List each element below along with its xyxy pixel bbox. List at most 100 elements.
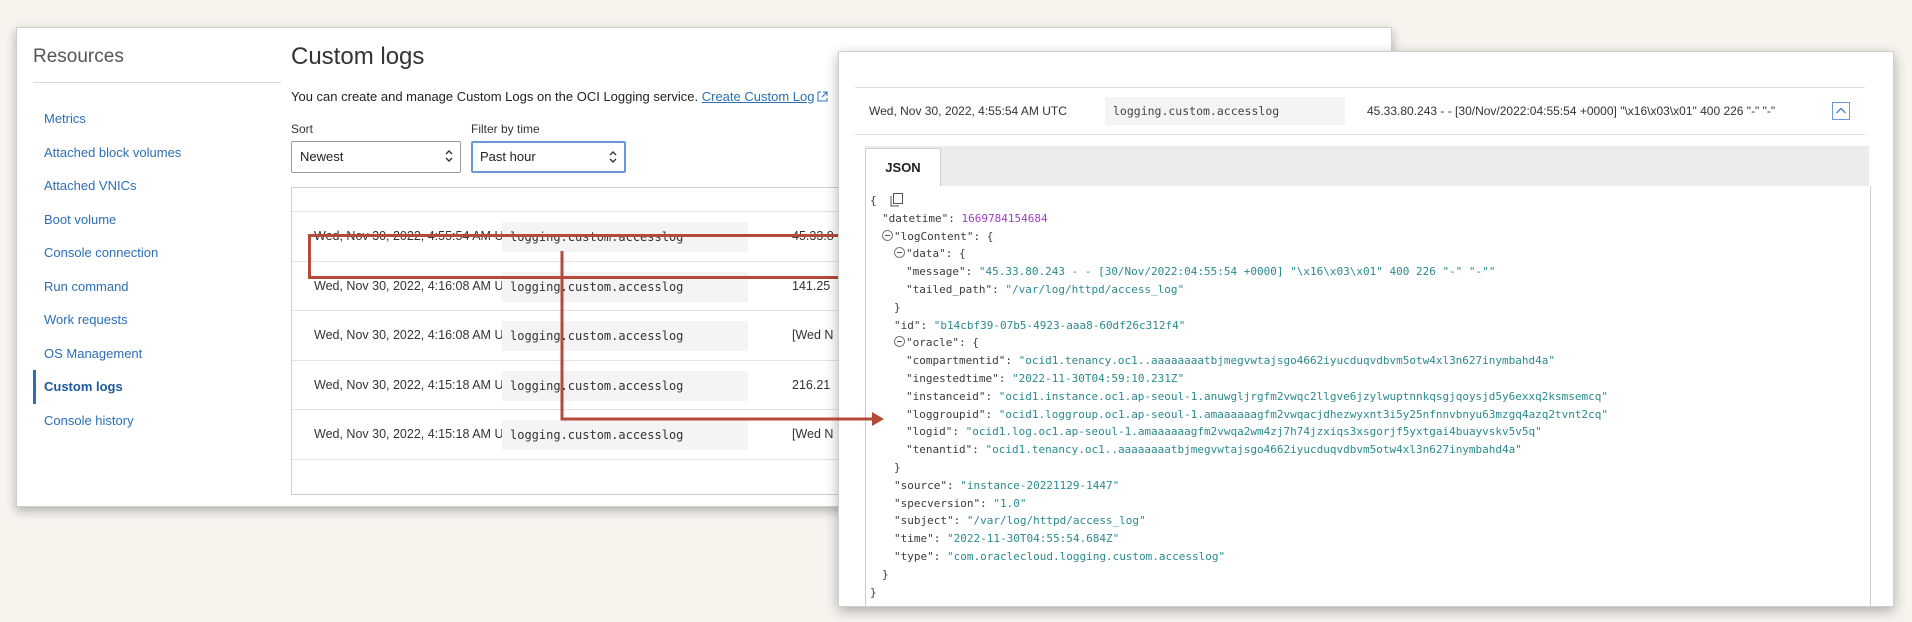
json-string: ocid1.tenancy.oc1..aaaaaaaatbjmegvwtajsg… — [1025, 354, 1549, 368]
json-line: } — [894, 459, 901, 477]
json-punct: " — [894, 550, 901, 563]
json-punct: ": — [978, 407, 999, 421]
collapse-toggle-icon[interactable] — [894, 247, 905, 259]
json-punct: " — [1112, 532, 1120, 546]
chevron-updown-icon — [609, 151, 617, 163]
json-string: 45.33.80.243 - - [30/Nov/2022:04:55:54 +… — [985, 265, 1489, 279]
json-brace: { — [972, 336, 979, 350]
json-key: source — [900, 478, 941, 492]
json-key: logid — [912, 425, 946, 439]
json-brace: { — [870, 194, 877, 207]
resources-nav: Metrics Attached block volumes Attached VN… — [33, 102, 283, 437]
json-key: datetime — [888, 211, 942, 225]
sort-select[interactable]: Newest — [291, 141, 461, 173]
json-punct: " — [1177, 372, 1185, 385]
json-punct: " — [960, 478, 967, 492]
json-line: "time": "2022-11-30T04:55:54.684Z" — [894, 530, 1119, 548]
json-punct: ": — [913, 318, 934, 332]
sidebar-item-console-connection[interactable]: Console connection — [33, 236, 283, 270]
divider — [33, 82, 281, 83]
json-viewer: {"datetime": 1669784154684 "logContent": … — [865, 186, 1871, 606]
json-line: "logContent": { — [882, 228, 993, 246]
json-line: "tailed_path": "/var/log/httpd/access_lo… — [906, 281, 1184, 299]
json-string: b14cbf39-07b5-4923-aaa8-60df26c312f4 — [940, 318, 1179, 332]
tab-json[interactable]: JSON — [865, 148, 941, 186]
json-punct: " — [894, 318, 901, 332]
table-row[interactable]: Wed, Nov 30, 2022, 4:15:18 AM UTC logging… — [292, 409, 862, 459]
page-description: You can create and manage Custom Logs on… — [291, 89, 828, 104]
external-link-icon[interactable] — [817, 91, 828, 102]
json-brace: { — [986, 229, 994, 243]
sidebar-item-run-command[interactable]: Run command — [33, 270, 283, 304]
json-punct: ": — [978, 389, 999, 403]
log-message: [Wed N — [792, 328, 834, 342]
json-punct: " — [1112, 478, 1120, 492]
sidebar-item-attached-block-volumes[interactable]: Attached block volumes — [33, 136, 283, 170]
json-punct: " — [906, 372, 913, 385]
sidebar-item-boot-volume[interactable]: Boot volume — [33, 203, 283, 237]
selected-row-highlight — [308, 234, 849, 279]
json-key: id — [900, 318, 914, 332]
json-punct: " — [894, 514, 901, 528]
log-source: logging.custom.accesslog — [502, 370, 748, 401]
json-brace: } — [894, 300, 901, 314]
collapse-toggle-icon[interactable] — [882, 229, 893, 241]
table-row[interactable]: Wed, Nov 30, 2022, 4:15:18 AM UTC logging… — [292, 359, 862, 410]
json-string: instance-20221129-1447 — [966, 478, 1113, 492]
json-punct: " — [906, 389, 913, 403]
json-punct: ": — [945, 425, 966, 439]
log-message: [Wed N — [792, 427, 834, 441]
collapse-toggle-icon[interactable] — [894, 336, 905, 348]
json-punct: " — [947, 532, 954, 546]
sidebar-item-console-history[interactable]: Console history — [33, 404, 283, 438]
json-punct: ": — [958, 265, 979, 279]
json-line: "type": "com.oraclecloud.logging.custom.… — [894, 548, 1225, 566]
json-string: com.oraclecloud.logging.custom.accesslog — [953, 550, 1219, 563]
json-string: ocid1.instance.oc1.ap-seoul-1.anuwgljrgf… — [1005, 389, 1602, 403]
filter-select[interactable]: Past hour — [471, 141, 626, 173]
json-line: "data": { — [894, 245, 966, 263]
collapse-button[interactable] — [1832, 102, 1850, 120]
json-key: instanceid — [912, 389, 979, 403]
json-key: subject — [900, 514, 947, 528]
log-time: Wed, Nov 30, 2022, 4:16:08 AM UTC — [314, 278, 521, 293]
json-punct: " — [906, 336, 913, 350]
json-key: data — [912, 247, 940, 261]
json-punct: " — [906, 265, 913, 279]
json-key: specversion — [900, 496, 974, 510]
description-text: You can create and manage Custom Logs on… — [291, 89, 699, 104]
json-key: tailed_path — [912, 283, 986, 296]
log-source: logging.custom.accesslog — [502, 321, 748, 351]
filter-value: Past hour — [480, 149, 536, 164]
json-string: /var/log/httpd/access_log — [1011, 283, 1178, 296]
log-message: 45.33.80.243 - - [30/Nov/2022:04:55:54 +… — [1367, 104, 1776, 118]
json-key: ingestedtime — [912, 372, 993, 385]
sidebar-item-work-requests[interactable]: Work requests — [33, 303, 283, 337]
sidebar-item-custom-logs[interactable]: Custom logs — [33, 370, 283, 404]
json-line: "datetime": 1669784154684 — [882, 210, 1048, 228]
json-punct: " — [906, 443, 913, 457]
json-punct: " — [1488, 265, 1496, 279]
json-punct: ": — [946, 514, 967, 528]
json-punct: " — [1011, 372, 1019, 385]
sidebar-item-os-management[interactable]: OS Management — [33, 337, 283, 371]
divider — [292, 458, 862, 460]
copy-icon[interactable] — [890, 193, 903, 207]
resources-title: Resources — [33, 46, 124, 67]
json-punct: ": — [940, 478, 961, 492]
sidebar-item-metrics[interactable]: Metrics — [33, 102, 283, 136]
json-line: "logid": "ocid1.log.oc1.ap-seoul-1.amaaa… — [906, 423, 1542, 441]
table-row[interactable]: Wed, Nov 30, 2022, 4:16:08 AM UTC logging… — [292, 310, 862, 360]
json-line: "compartmentid": "ocid1.tenancy.oc1..aaa… — [906, 352, 1555, 370]
create-custom-log-link[interactable]: Create Custom Log — [702, 89, 815, 104]
sort-label: Sort — [291, 122, 314, 136]
chevron-up-icon — [1836, 107, 1846, 114]
json-line: "source": "instance-20221129-1447" — [894, 477, 1119, 495]
log-summary-row[interactable]: Wed, Nov 30, 2022, 4:55:54 AM UTC loggin… — [855, 88, 1865, 134]
json-string: 1.0 — [999, 496, 1020, 510]
json-punct: ": — [992, 372, 1012, 385]
json-string: 2022-11-30T04:55:54.684Z — [953, 532, 1113, 546]
log-source: logging.custom.accesslog — [1105, 97, 1345, 125]
log-source: logging.custom.accesslog — [502, 420, 748, 450]
sidebar-item-attached-vnics[interactable]: Attached VNICs — [33, 169, 283, 203]
